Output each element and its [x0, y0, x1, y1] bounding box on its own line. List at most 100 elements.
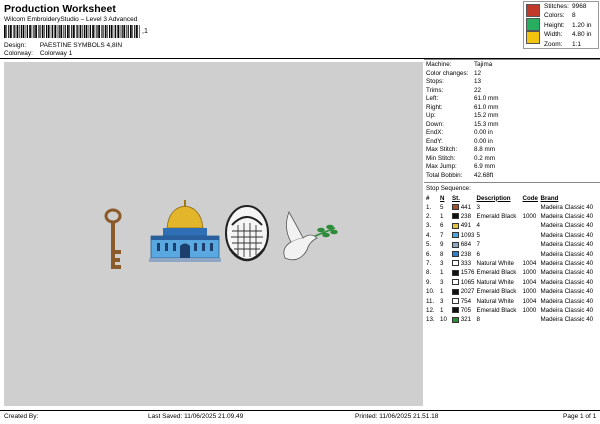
printed-date: Printed: 11/06/2025 21.51.18 — [355, 413, 439, 420]
row-code — [522, 203, 540, 212]
row-code — [522, 221, 540, 230]
up-value: 15.2 mm — [474, 112, 499, 119]
min-stitch-row: Min Stitch: 0.2 mm — [426, 155, 495, 164]
barcode-bar — [39, 25, 41, 38]
thread-swatch — [452, 204, 459, 211]
row-stitches: 1576 — [451, 268, 476, 277]
barcode-bar — [79, 25, 82, 38]
stop-sequence-title: Stop Sequence: — [426, 185, 471, 192]
row-stitch-count: 2027 — [460, 288, 475, 296]
barcode-bar — [50, 25, 52, 38]
row-stitch-count: 705 — [460, 306, 472, 314]
col-index: # — [426, 194, 430, 202]
row-stitch-count: 238 — [460, 213, 472, 221]
color-changes-row: Color changes: 12 — [426, 70, 481, 79]
zoom-label: Zoom: — [544, 40, 563, 48]
barcode-bar — [77, 25, 79, 38]
endx-value: 0.00 in — [474, 129, 493, 136]
row-stitches: 684 — [451, 240, 476, 249]
barcode-bar — [46, 25, 48, 38]
row-description: 4 — [476, 222, 480, 230]
software-subtitle: Wilcom EmbroideryStudio – Level 3 Advanc… — [4, 16, 138, 23]
trims-value: 22 — [474, 86, 482, 94]
down-label: Down: — [426, 120, 444, 128]
trims-label: Trims: — [426, 86, 444, 94]
barcode-bar — [64, 25, 66, 38]
thread-swatch — [452, 222, 459, 229]
row-description: Natural White — [476, 278, 514, 286]
down-row: Down: 15.3 mm — [426, 121, 499, 130]
row-stitches: 238 — [451, 249, 476, 258]
col-description: Description — [476, 194, 511, 202]
up-row: Up: 15.2 mm — [426, 112, 499, 121]
barcode-bar — [136, 25, 138, 38]
max-jump-row: Max Jump: 6.9 mm — [426, 163, 495, 172]
barcode-bar — [132, 25, 133, 38]
table-row: 5. 9 684 7 Madeira Classic 40 — [425, 240, 599, 249]
last-saved: Last Saved: 11/06/2025 21.09.49 — [148, 413, 244, 420]
dome-of-the-rock-icon — [149, 200, 221, 262]
stitches-label: Stitches: — [544, 3, 569, 10]
barcode-bar — [85, 25, 88, 38]
endy-value: 0.00 in — [474, 137, 493, 145]
thread-swatch — [452, 307, 459, 314]
endy-row: EndY: 0.00 in — [426, 138, 493, 147]
row-needle: 3 — [440, 297, 444, 305]
left-label: Left: — [426, 95, 439, 102]
barcode-bar — [58, 25, 60, 38]
table-row: 6. 8 238 6 Madeira Classic 40 — [425, 249, 599, 258]
row-needle: 8 — [440, 250, 444, 258]
table-row: 1. 5 441 3 Madeira Classic 40 — [425, 203, 599, 212]
col-code: Code — [522, 194, 538, 202]
row-stitches: 2027 — [451, 287, 476, 296]
thread-swatch — [452, 232, 459, 239]
design-row: Design: PAESTINE SYMBOLS 4,8IN — [4, 42, 122, 49]
stops-row: Stops: 13 — [426, 78, 481, 87]
down-value: 15.3 mm — [474, 120, 499, 128]
row-stitches: 238 — [451, 212, 476, 221]
row-code — [522, 240, 540, 249]
barcode-bar — [94, 25, 96, 38]
row-description: Natural White — [476, 260, 514, 268]
stat-color-swatch — [526, 4, 540, 17]
barcode-bar — [29, 25, 31, 38]
row-code: 1000 — [522, 213, 537, 221]
row-brand: Madeira Classic 40 — [540, 288, 594, 296]
barcode-bar — [22, 25, 25, 38]
barcode-bar — [71, 25, 73, 38]
barcode-bar — [123, 25, 126, 38]
col-stitches: St. — [452, 194, 460, 202]
row-needle: 9 — [440, 241, 444, 249]
row-needle: 10 — [440, 316, 447, 324]
row-stitch-count: 491 — [460, 222, 472, 230]
barcode-bar — [63, 25, 64, 38]
height-row: Height: 1.20 in — [544, 22, 592, 31]
left-row: Left: 61.0 mm — [426, 95, 499, 104]
barcode-bar — [26, 25, 28, 38]
barcode-bar — [134, 25, 136, 38]
min-stitch-value: 0.2 mm — [474, 154, 495, 162]
barcode-bar — [126, 25, 127, 38]
design-preview-canvas[interactable] — [4, 62, 423, 406]
barcode-bar — [35, 25, 37, 38]
created-by: Created By: — [4, 413, 39, 420]
barcode-suffix: ,1 — [142, 28, 148, 35]
zoom-row: Zoom: 1:1 — [544, 41, 581, 50]
stops-label: Stops: — [426, 78, 444, 85]
color-changes-value: 12 — [474, 69, 482, 77]
row-stitch-count: 754 — [460, 297, 472, 305]
right-value: 61.0 mm — [474, 103, 499, 111]
table-row: 8. 1 1576 Emerald Black 1000 Madeira Classic… — [425, 268, 599, 277]
min-stitch-label: Min Stitch: — [426, 154, 456, 162]
table-row: 4. 7 1093 5 Madeira Classic 40 — [425, 231, 599, 240]
color-changes-label: Color changes: — [426, 69, 469, 77]
thread-swatch — [452, 241, 459, 248]
barcode-bar — [12, 25, 14, 38]
row-stitch-count: 321 — [460, 316, 472, 324]
row-needle: 1 — [440, 213, 444, 221]
row-description: Emerald Black — [476, 306, 517, 314]
barcode-bar — [19, 25, 20, 38]
row-needle: 7 — [440, 231, 444, 239]
barcode-bar — [14, 25, 16, 38]
row-stitches: 1065 — [451, 278, 476, 287]
